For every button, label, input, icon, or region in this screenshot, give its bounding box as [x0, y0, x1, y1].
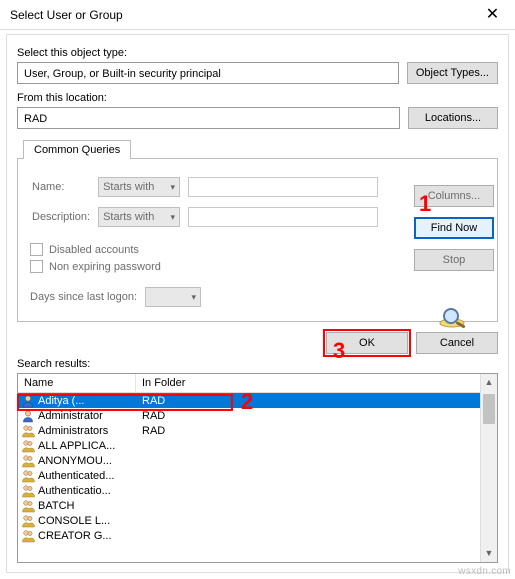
list-item-folder: RAD: [138, 395, 165, 407]
list-item-name: ANONYMOU...: [38, 455, 138, 467]
titlebar: Select User or Group ✕: [0, 0, 515, 30]
scroll-up-icon[interactable]: ▲: [481, 374, 497, 391]
list-item-folder: RAD: [138, 410, 165, 422]
list-item-name: Administrator: [38, 410, 138, 422]
callout-3: 3: [333, 338, 345, 364]
list-item[interactable]: ALL APPLICA...: [18, 438, 497, 453]
group-icon: [20, 514, 36, 528]
group-icon: [20, 484, 36, 498]
name-mode-dropdown[interactable]: Starts with ▾: [98, 177, 180, 197]
scrollbar[interactable]: ▲ ▼: [480, 374, 497, 562]
list-item-name: Administrators: [38, 425, 138, 437]
list-item-name: Authenticated...: [38, 470, 138, 482]
list-item[interactable]: BATCH: [18, 498, 497, 513]
object-types-button[interactable]: Object Types...: [407, 62, 498, 84]
search-results-label: Search results:: [7, 358, 508, 373]
scroll-thumb[interactable]: [483, 394, 495, 424]
watermark: wsxdn.com: [458, 566, 511, 577]
dialog-frame: Select this object type: User, Group, or…: [6, 34, 509, 573]
list-item-name: CREATOR G...: [38, 530, 138, 542]
callout-1: 1: [419, 191, 431, 217]
list-item[interactable]: Aditya (...RAD: [18, 393, 497, 408]
scroll-down-icon[interactable]: ▼: [481, 545, 497, 562]
group-icon: [20, 439, 36, 453]
list-item-name: Aditya (...: [38, 395, 138, 407]
chevron-down-icon: ▾: [171, 182, 176, 193]
magnifier-icon: [438, 305, 470, 331]
list-item-name: ALL APPLICA...: [38, 440, 138, 452]
callout-2: 2: [241, 389, 253, 415]
group-icon: [20, 424, 36, 438]
name-label: Name:: [32, 173, 96, 201]
find-now-button[interactable]: Find Now: [414, 217, 494, 239]
object-type-field[interactable]: User, Group, or Built-in security princi…: [17, 62, 399, 84]
description-mode-dropdown[interactable]: Starts with ▾: [98, 207, 180, 227]
checkbox-icon: [30, 243, 43, 256]
group-icon: [20, 529, 36, 543]
stop-button[interactable]: Stop: [414, 249, 494, 271]
close-icon[interactable]: ✕: [470, 0, 515, 30]
from-location-label: From this location:: [17, 92, 498, 104]
group-icon: [20, 454, 36, 468]
user-icon: [20, 394, 36, 408]
group-icon: [20, 469, 36, 483]
window-title: Select User or Group: [10, 8, 123, 22]
column-name[interactable]: Name: [18, 374, 136, 392]
description-input[interactable]: [188, 207, 378, 227]
column-in-folder[interactable]: In Folder: [136, 374, 497, 392]
list-item[interactable]: AdministratorRAD: [18, 408, 497, 423]
results-header[interactable]: Name In Folder: [18, 374, 497, 393]
from-location-field[interactable]: RAD: [17, 107, 400, 129]
list-item-folder: RAD: [138, 425, 165, 437]
checkbox-icon: [30, 260, 43, 273]
list-item-name: BATCH: [38, 500, 138, 512]
list-item[interactable]: AdministratorsRAD: [18, 423, 497, 438]
tab-common-queries[interactable]: Common Queries: [23, 140, 131, 159]
object-type-label: Select this object type:: [17, 47, 498, 59]
list-item[interactable]: ANONYMOU...: [18, 453, 497, 468]
description-label: Description:: [32, 203, 96, 231]
list-item[interactable]: Authenticatio...: [18, 483, 497, 498]
days-since-logon-label: Days since last logon:: [30, 291, 137, 303]
group-icon: [20, 499, 36, 513]
days-since-logon-dropdown[interactable]: ▾: [145, 287, 201, 307]
results-listbox[interactable]: Name In Folder Aditya (...RADAdministrat…: [17, 373, 498, 563]
locations-button[interactable]: Locations...: [408, 107, 498, 129]
list-item[interactable]: CREATOR G...: [18, 528, 497, 543]
chevron-down-icon: ▾: [171, 212, 176, 223]
list-item-name: CONSOLE L...: [38, 515, 138, 527]
list-item-name: Authenticatio...: [38, 485, 138, 497]
chevron-down-icon: ▾: [191, 292, 196, 303]
list-item[interactable]: Authenticated...: [18, 468, 497, 483]
user-icon: [20, 409, 36, 423]
cancel-button[interactable]: Cancel: [416, 332, 498, 354]
name-input[interactable]: [188, 177, 378, 197]
list-item[interactable]: CONSOLE L...: [18, 513, 497, 528]
